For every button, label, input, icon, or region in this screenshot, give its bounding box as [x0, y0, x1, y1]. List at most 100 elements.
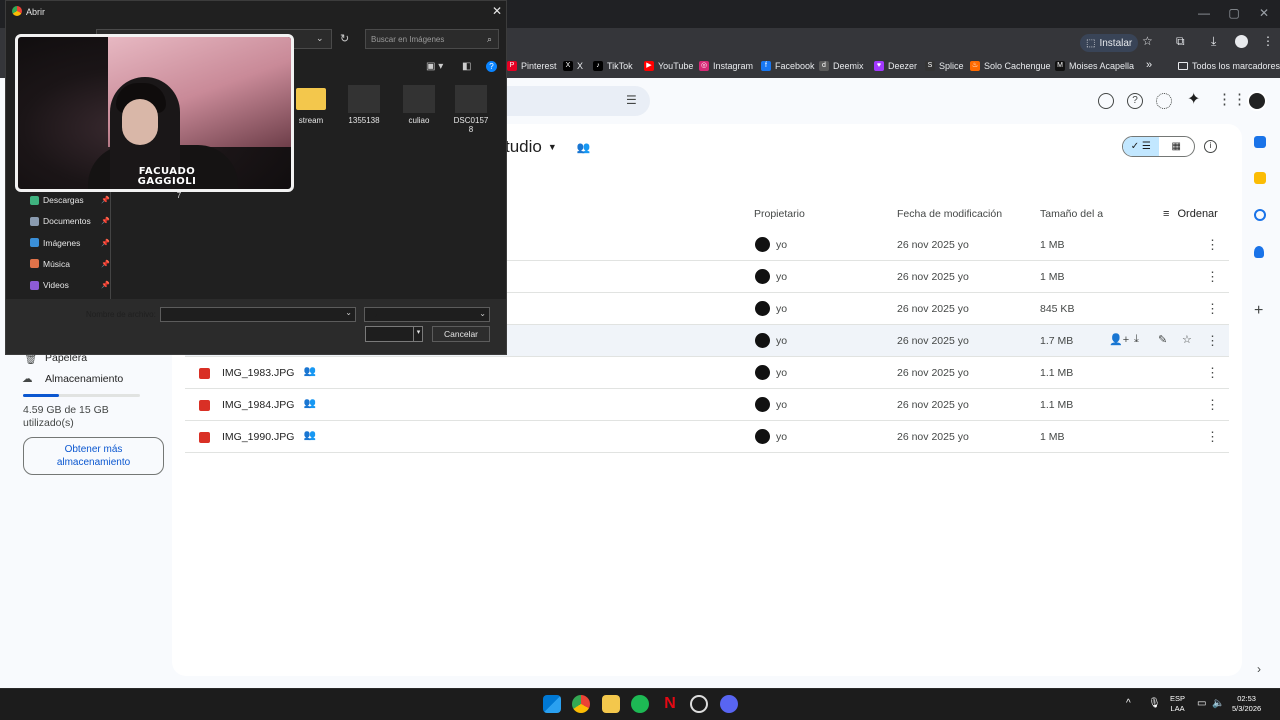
more-actions-icon[interactable]: ⋮	[1206, 237, 1219, 253]
bookmark-tiktok[interactable]: ♪ TikTok	[593, 61, 633, 71]
chevron-down-icon[interactable]: ⌄	[345, 308, 352, 317]
table-row[interactable]: IMG_1983.JPG 👥 yo 26 nov 2025 yo 1.1 MB ⋮	[185, 357, 1229, 389]
expand-panel-icon[interactable]: ›	[1257, 663, 1269, 675]
size-column-header[interactable]: Tamaño del a	[1040, 208, 1103, 220]
bookmark-instagram[interactable]: ◎ Instagram	[699, 61, 753, 71]
file-thumbnail[interactable]: DSC0157 8	[451, 85, 491, 134]
bookmark-star-icon[interactable]: ☆	[1142, 34, 1153, 48]
bookmark-x[interactable]: XX	[563, 61, 583, 71]
cancel-button[interactable]: Cancelar	[432, 326, 490, 342]
nav-item-documentos[interactable]: Documentos 📌	[30, 213, 110, 229]
add-addon-icon[interactable]: +	[1254, 303, 1266, 319]
filetype-select[interactable]: Todos los archivos ⌄	[364, 307, 490, 322]
dialog-search-input[interactable]: Buscar en Imágenes ⌕	[365, 29, 499, 49]
sort-button[interactable]: ≡ Ordenar	[1163, 208, 1218, 220]
more-actions-icon[interactable]: ⋮	[1206, 429, 1219, 445]
file-thumbnail[interactable]: 1355138	[344, 85, 384, 125]
bookmark-splice[interactable]: S Splice	[925, 61, 964, 71]
info-icon[interactable]: i	[1204, 140, 1217, 153]
bookmark-facebook[interactable]: f Facebook	[761, 61, 815, 71]
spotify-icon[interactable]	[631, 695, 649, 713]
file-thumbnail[interactable]: culiao	[399, 85, 439, 125]
more-actions-icon[interactable]: ⋮	[1206, 397, 1219, 413]
install-button[interactable]: ⬚ Instalar	[1080, 34, 1139, 52]
file-thumbnail[interactable]: stream	[291, 85, 331, 125]
refresh-icon[interactable]: ↻	[340, 32, 349, 45]
account-avatar[interactable]	[1247, 91, 1267, 111]
more-actions-icon[interactable]: ⋮	[1206, 301, 1219, 317]
share-icon[interactable]: 👤+	[1109, 333, 1129, 346]
keep-icon[interactable]	[1254, 172, 1266, 184]
nav-item-imágenes[interactable]: Imágenes 📌	[30, 235, 110, 251]
bookmark-moises-acapella[interactable]: M Moises Acapella	[1055, 61, 1134, 71]
dialog-close-button[interactable]: ✕	[492, 4, 502, 18]
nav-item-música[interactable]: Música 📌	[30, 256, 110, 272]
folder-title[interactable]: tudio ▼ 👥	[505, 137, 591, 157]
discord-icon[interactable]	[720, 695, 738, 713]
minimize-button[interactable]: —	[1194, 6, 1214, 20]
view-toggle[interactable]: ✓ ☰ ▦	[1122, 136, 1195, 157]
nav-item-videos[interactable]: Videos 📌	[30, 277, 110, 293]
download-icon[interactable]: ⤓	[1211, 34, 1216, 49]
menu-kebab-icon[interactable]: ⋮	[1262, 34, 1274, 48]
view-options-icon[interactable]: ▣ ▾	[426, 61, 443, 72]
star-icon[interactable]: ☆	[1182, 333, 1192, 346]
open-split-dropdown[interactable]: ▾	[413, 326, 423, 342]
calendar-icon[interactable]	[1254, 136, 1266, 148]
more-actions-icon[interactable]: ⋮	[1206, 269, 1219, 285]
pin-icon[interactable]: 📌	[101, 239, 110, 247]
chrome-taskbar-icon[interactable]	[572, 695, 590, 713]
bookmark-pinterest[interactable]: P Pinterest	[507, 61, 557, 71]
tasks-icon[interactable]	[1254, 209, 1266, 221]
bookmark-solo-cachengue[interactable]: ♨ Solo Cachengue	[970, 61, 1051, 71]
rename-icon[interactable]: ✎	[1158, 333, 1167, 346]
filename-input[interactable]: ⌄	[160, 307, 356, 322]
bookmarks-overflow-button[interactable]: »	[1146, 59, 1152, 71]
table-row[interactable]: IMG_1990.JPG 👥 yo 26 nov 2025 yo 1 MB ⋮	[185, 421, 1229, 453]
extensions-icon[interactable]: ⧉	[1176, 34, 1185, 49]
more-actions-icon[interactable]: ⋮	[1206, 365, 1219, 381]
pin-icon[interactable]: 📌	[101, 260, 110, 268]
volume-icon[interactable]: 🔈	[1212, 698, 1224, 709]
owner-column-header[interactable]: Propietario	[754, 208, 805, 220]
chevron-down-icon[interactable]: ⌄	[316, 33, 324, 44]
download-icon[interactable]: ⤓	[1134, 333, 1139, 346]
input-language[interactable]: ESP LAA	[1170, 694, 1185, 714]
search-options-icon[interactable]: ☰	[626, 93, 637, 107]
app-icon[interactable]	[690, 695, 708, 713]
table-row[interactable]: IMG_1984.JPG 👥 yo 26 nov 2025 yo 1.1 MB ⋮	[185, 389, 1229, 421]
offline-ready-icon[interactable]	[1098, 93, 1114, 109]
close-window-button[interactable]: ✕	[1254, 6, 1274, 20]
grid-view-icon[interactable]: ▦	[1159, 137, 1195, 156]
settings-gear-icon[interactable]	[1156, 93, 1172, 109]
more-actions-icon[interactable]: ⋮	[1206, 333, 1219, 349]
list-view-icon[interactable]: ✓ ☰	[1123, 137, 1159, 156]
maximize-button[interactable]: ▢	[1224, 6, 1244, 20]
system-clock[interactable]: 02:53 5/3/2026	[1232, 694, 1261, 714]
start-button[interactable]	[543, 695, 561, 713]
pin-icon[interactable]: 📌	[101, 281, 110, 289]
network-icon[interactable]: ▭	[1197, 698, 1206, 709]
netflix-icon[interactable]: N	[661, 695, 679, 713]
microphone-icon[interactable]: 🎙	[1148, 698, 1161, 709]
preview-pane-icon[interactable]: ◧	[462, 61, 471, 72]
pin-icon[interactable]: 📌	[101, 217, 110, 225]
bookmark-youtube[interactable]: ▶ YouTube	[644, 61, 693, 71]
drive-search-bar[interactable]: ☰	[500, 86, 650, 116]
apps-grid-icon[interactable]: ⋮⋮	[1217, 92, 1247, 109]
file-explorer-icon[interactable]	[602, 695, 620, 713]
all-bookmarks-folder[interactable]: Todos los marcadores	[1178, 61, 1280, 71]
gemini-sparkle-icon[interactable]: ✦	[1187, 92, 1203, 109]
help-icon[interactable]: ?	[1127, 93, 1143, 109]
profile-avatar[interactable]	[1235, 35, 1248, 48]
tray-overflow-icon[interactable]: ^	[1126, 698, 1131, 709]
help-icon[interactable]: ?	[486, 61, 497, 72]
pin-icon[interactable]: 📌	[101, 196, 110, 204]
modified-column-header[interactable]: Fecha de modificación	[897, 208, 1002, 220]
bookmark-deemix[interactable]: d Deemix	[819, 61, 864, 71]
get-more-storage-button[interactable]: Obtener más almacenamiento	[23, 437, 164, 475]
sidebar-item-storage[interactable]: Almacenamiento	[45, 373, 123, 385]
bookmark-deezer[interactable]: ♥ Deezer	[874, 61, 917, 71]
contacts-icon[interactable]	[1254, 246, 1264, 258]
nav-item-descargas[interactable]: Descargas 📌	[30, 192, 110, 208]
